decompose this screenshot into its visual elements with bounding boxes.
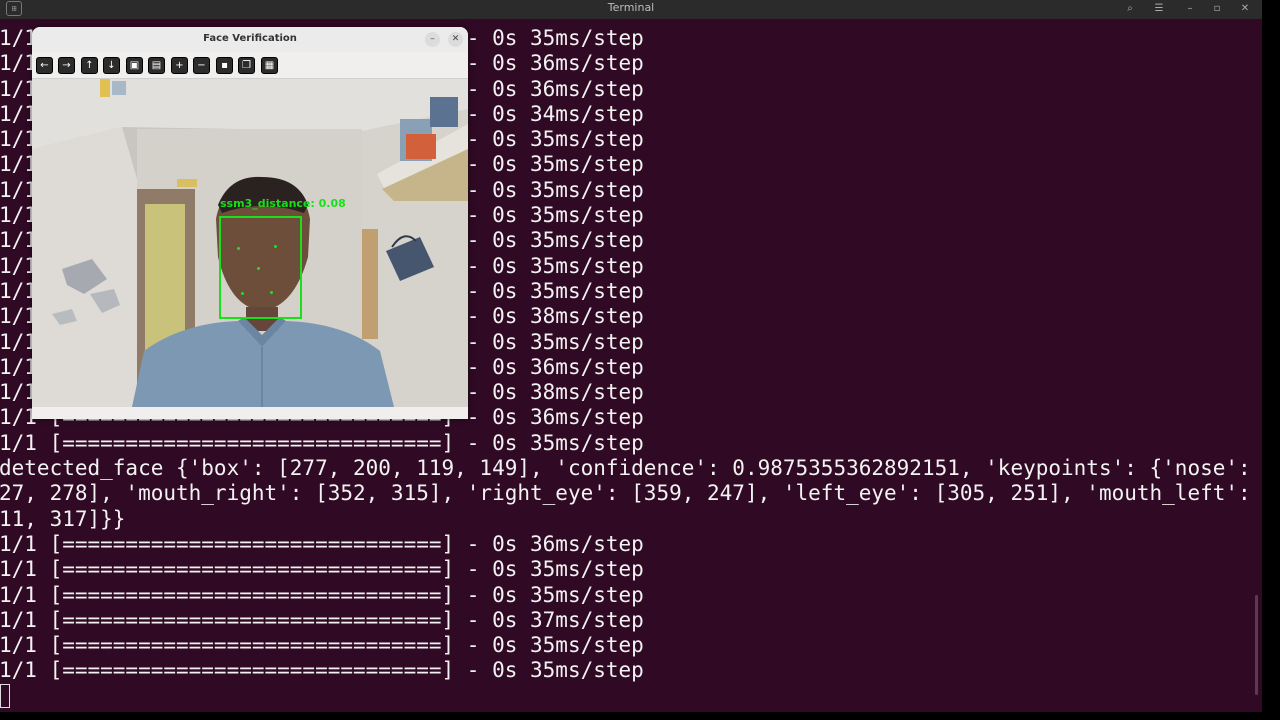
face-window-title: Face Verification — [203, 33, 297, 44]
face-verification-window[interactable]: Face Verification – ✕ ← → ↑ ↓ ▣ ▤ + − ▪ … — [32, 27, 468, 419]
screen: ⊞ Terminal ⌕ ☰ – ▫ ✕ 1/1 [==============… — [0, 0, 1280, 720]
terminal-line: 1/1 [==============================] - 0… — [0, 430, 644, 455]
maximize-icon[interactable]: ▫ — [1208, 1, 1226, 17]
save-icon[interactable]: ▪ — [216, 57, 233, 74]
keypoint-nose — [257, 267, 260, 270]
terminal-line: 1/1 [==============================] - 0… — [0, 633, 644, 658]
face-window-statusbar — [32, 407, 468, 419]
terminal-scrollbar[interactable] — [1255, 595, 1258, 695]
arrow-down-icon[interactable]: ↓ — [103, 57, 120, 74]
terminal-line: detected_face {'box': [277, 200, 119, 14… — [0, 456, 1262, 481]
image-options-icon[interactable]: ▤ — [148, 57, 165, 74]
keypoint-left-eye — [237, 247, 240, 250]
face-window-titlebar[interactable]: Face Verification – ✕ — [32, 27, 468, 52]
terminal-line: 1/1 [==============================] - 0… — [0, 582, 644, 607]
face-bounding-box — [219, 216, 302, 319]
minimize-icon[interactable]: – — [425, 32, 440, 47]
distance-label: ssm3_distance: 0.08 — [220, 197, 346, 210]
properties-icon[interactable]: ▦ — [261, 57, 278, 74]
image-toolbar: ← → ↑ ↓ ▣ ▤ + − ▪ ❐ ▦ — [32, 52, 468, 79]
close-icon[interactable]: ✕ — [448, 32, 463, 47]
terminal-title: Terminal — [607, 1, 655, 14]
hamburger-icon[interactable]: ☰ — [1150, 1, 1168, 17]
zoom-in-icon[interactable]: + — [171, 57, 188, 74]
terminal-titlebar[interactable]: ⊞ Terminal ⌕ ☰ – ▫ ✕ — [0, 0, 1262, 19]
keypoint-right-eye — [274, 245, 277, 248]
minimize-icon[interactable]: – — [1181, 1, 1199, 17]
terminal-line: 1/1 [==============================] - 0… — [0, 531, 644, 556]
arrow-up-icon[interactable]: ↑ — [81, 57, 98, 74]
close-icon[interactable]: ✕ — [1236, 1, 1254, 17]
zoom-out-icon[interactable]: − — [193, 57, 210, 74]
image-icon[interactable]: ▣ — [126, 57, 143, 74]
terminal-line: 1/1 [==============================] - 0… — [0, 658, 644, 683]
keypoint-mouth-right — [270, 291, 273, 294]
arrow-left-icon[interactable]: ← — [36, 57, 53, 74]
copy-icon[interactable]: ❐ — [238, 57, 255, 74]
camera-feed: ssm3_distance: 0.08 — [32, 79, 468, 407]
search-icon[interactable]: ⌕ — [1121, 1, 1139, 17]
arrow-right-icon[interactable]: → — [58, 57, 75, 74]
terminal-line: 1/1 [==============================] - 0… — [0, 607, 644, 632]
terminal-line: 27, 278], 'mouth_right': [352, 315], 'ri… — [0, 481, 1262, 506]
terminal-cursor — [0, 684, 10, 708]
terminal-line: 1/1 [==============================] - 0… — [0, 557, 644, 582]
keypoint-mouth-left — [241, 292, 244, 295]
terminal-line: 11, 317]}} — [0, 506, 126, 531]
